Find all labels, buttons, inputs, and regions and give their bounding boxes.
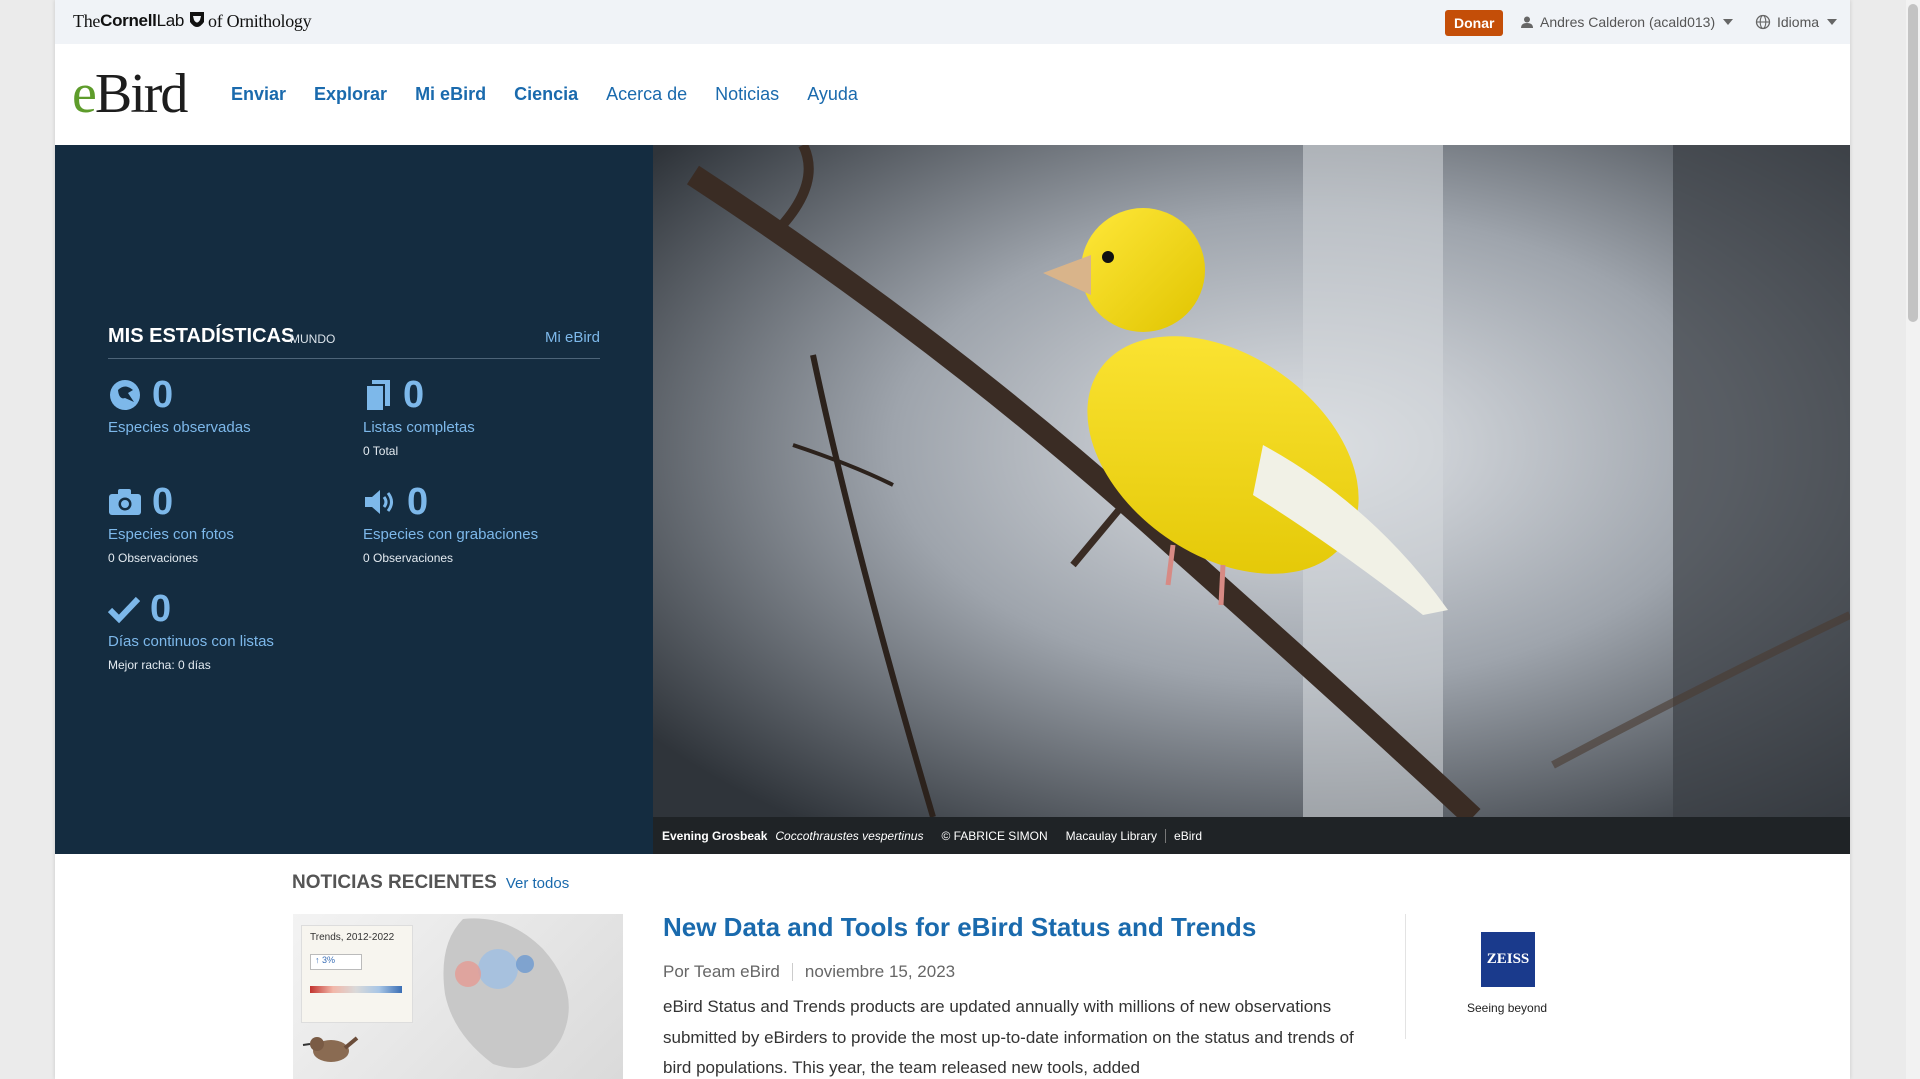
caption-library-link[interactable]: Macaulay Library [1066,829,1157,843]
stat-species-photos: 0 Especies con fotos 0 Observaciones [108,480,348,566]
nav-item-acerca-de[interactable]: Acerca de [606,84,687,105]
stat-label[interactable]: Especies con fotos [108,526,348,543]
nav-item-ayuda[interactable]: Ayuda [807,84,858,105]
stat-species-observed: 0 Especies observadas [108,373,348,437]
zeiss-logo[interactable]: ZEISS [1481,932,1535,987]
stat-label[interactable]: Especies con grabaciones [363,526,603,543]
stats-panel: MIS ESTADÍSTICAS MUNDO Mi eBird 0 Especi… [55,145,653,854]
stat-sub: 0 Total [363,444,399,458]
top-utility-bar: The Cornell Lab of Ornithology Donar And… [55,0,1850,45]
nav-item-ciencia[interactable]: Ciencia [514,84,578,105]
nav-item-mi-ebird[interactable]: Mi eBird [415,84,486,105]
news-meta: Por Team eBird noviembre 15, 2023 [663,962,955,982]
stat-label[interactable]: Especies observadas [108,419,348,436]
caption-ebird-link[interactable]: eBird [1174,829,1202,843]
user-icon [1521,16,1533,28]
bird-icon [110,380,140,410]
checklist-icon [365,380,390,412]
stats-header: MIS ESTADÍSTICAS MUNDO Mi eBird [108,325,600,359]
caption-divider [1165,828,1167,843]
trend-card-title: Trends, 2012-2022 [310,932,395,943]
stat-streak: 0 Días continuos con listas Mejor racha:… [108,587,348,672]
news-thumbnail[interactable]: Trends, 2012-2022 ↑ 3% [293,914,623,1079]
nav-item-noticias[interactable]: Noticias [715,84,779,105]
stat-value: 0 [403,373,425,416]
news-section-title: NOTICIAS RECIENTES [292,872,497,893]
wren-bird-icon [302,1036,359,1062]
news-author: Por Team eBird [663,962,780,981]
news-headline-link[interactable]: New Data and Tools for eBird Status and … [663,912,1256,943]
stat-value: 0 [152,373,174,416]
cornell-lab-logo[interactable]: The Cornell Lab of Ornithology [73,10,312,32]
language-label: Idioma [1777,14,1820,30]
language-menu[interactable]: Idioma [1755,14,1838,30]
photo-caption: Evening Grosbeak Coccothraustes vesperti… [653,817,1850,854]
stat-sub: Mejor racha: 0 días [108,658,211,672]
logo-of-ornithology: of Ornithology [208,10,312,31]
meta-divider [791,963,793,981]
camera-icon [109,489,141,515]
see-all-news-link[interactable]: Ver todos [506,875,569,892]
nav-item-explorar[interactable]: Explorar [314,84,387,105]
globe-icon [1755,14,1771,30]
news-date: noviembre 15, 2023 [804,962,956,981]
logo-the: The [73,10,101,31]
news-excerpt: eBird Status and Trends products are upd… [663,997,1354,1077]
nav-menu: Enviar Explorar Mi eBird Ciencia Acerca … [231,84,858,105]
speaker-icon [365,490,393,514]
stat-sub: 0 Observaciones [363,551,454,565]
trend-card-value: ↑ 3% [310,954,362,970]
caption-credit: © FABRICE SIMON [941,828,1048,843]
hero-photo [653,145,1850,817]
logo-cornell: Cornell [100,11,157,30]
chevron-down-icon [1723,19,1734,25]
trend-value: ↑ 3% [315,955,336,965]
stat-species-recordings: 0 Especies con grabaciones 0 Observacion… [363,480,603,566]
trend-card: Trends, 2012-2022 ↑ 3% [301,925,413,1023]
page: The Cornell Lab of Ornithology Donar And… [55,0,1850,1079]
bird-silhouette-icon [190,12,205,27]
checkmark-icon [108,596,140,624]
logo-lab: Lab [156,11,185,30]
caption-species: Evening Grosbeak [662,828,768,843]
stat-value: 0 [152,480,174,523]
chevron-down-icon [1827,19,1838,25]
zeiss-tagline: Seeing beyond [1467,1001,1548,1015]
caption-scientific-name: Coccothraustes vespertinus [775,828,924,843]
sidebar-divider [1405,914,1406,1039]
donate-button[interactable]: Donar [1445,10,1504,36]
bird-photo-image [653,145,1850,817]
nav-item-enviar[interactable]: Enviar [231,84,286,105]
stats-title: MIS ESTADÍSTICAS [108,325,295,347]
main-nav: eBird Enviar Explorar Mi eBird Ciencia A… [55,44,1850,144]
stats-scope: MUNDO [290,332,336,346]
trend-legend-bar [310,986,402,993]
stat-label[interactable]: Listas completas [363,419,603,436]
stat-complete-checklists: 0 Listas completas 0 Total [363,373,603,459]
user-menu[interactable]: Andres Calderon (acald013) [1520,14,1734,30]
stat-sub: 0 Observaciones [108,551,199,565]
user-name: Andres Calderon (acald013) [1540,14,1716,30]
stat-value: 0 [150,587,172,630]
news-section-header: NOTICIAS RECIENTES Ver todos [292,872,569,894]
stat-label[interactable]: Días continuos con listas [108,633,348,650]
mi-ebird-link[interactable]: Mi eBird [545,329,600,346]
ebird-logo[interactable]: eBird [72,64,188,124]
stat-value: 0 [407,480,429,523]
scrollbar-thumb[interactable] [1908,4,1918,322]
